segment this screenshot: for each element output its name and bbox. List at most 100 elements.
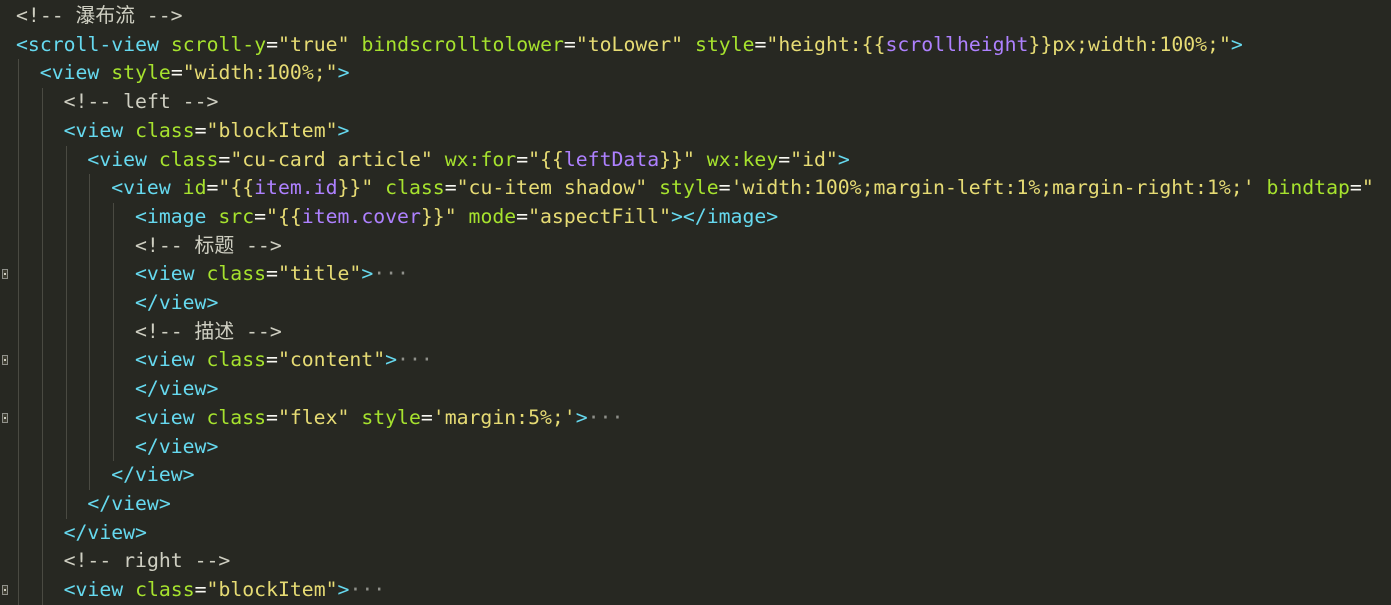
code-token: = — [516, 147, 529, 171]
code-token: </view> — [63, 520, 147, 544]
code-token: <view — [63, 118, 124, 142]
code-text: </view> — [64, 519, 147, 548]
code-line[interactable]: </view> — [0, 433, 1391, 462]
code-token: "{{ — [528, 147, 564, 171]
code-token: > — [1230, 32, 1243, 56]
code-token: </view> — [135, 291, 219, 314]
code-token: = — [778, 147, 791, 171]
code-line[interactable]: <view class="cu-card article" wx:for="{{… — [0, 146, 1391, 175]
code-token: "id" — [790, 147, 838, 171]
code-token: = — [718, 176, 731, 200]
code-token: "true" — [278, 32, 350, 56]
code-text: </view> — [135, 289, 218, 318]
code-token: = — [516, 204, 529, 228]
code-token: "blockItem" — [206, 118, 338, 142]
code-line[interactable]: </view> — [0, 519, 1391, 548]
code-token: "{{ — [266, 204, 302, 228]
code-token: "aspectFill" — [528, 204, 672, 228]
code-token: <image — [135, 204, 207, 228]
code-text: <!-- 标题 --> — [135, 232, 282, 261]
code-token: style — [111, 61, 171, 85]
code-text: </view> — [87, 490, 170, 519]
code-line[interactable]: <view class="blockItem">··· — [0, 576, 1391, 605]
code-token: > — [337, 61, 350, 85]
code-line[interactable]: <view class="flex" style='margin:5%;'>··… — [0, 404, 1391, 433]
code-text: <view style="width:100%;"> — [40, 59, 350, 88]
code-text: <view class="cu-card article" wx:for="{{… — [87, 146, 849, 175]
code-line[interactable]: <!-- 瀑布流 --> — [0, 2, 1391, 31]
code-line[interactable]: <image src="{{item.cover}}" mode="aspect… — [0, 203, 1391, 232]
code-editor[interactable]: <!-- 瀑布流 --> <scroll-view scroll-y="true"… — [0, 0, 1391, 605]
code-token: src — [218, 204, 255, 228]
fold-expand-icon[interactable] — [2, 355, 8, 366]
code-text: <view id="{{item.id}}" class="cu-item sh… — [111, 174, 1374, 203]
code-line[interactable]: <!-- left --> — [0, 88, 1391, 117]
code-text: </view> — [135, 375, 218, 404]
code-line[interactable]: </view> — [0, 289, 1391, 318]
code-line[interactable]: <view class="content">··· — [0, 346, 1391, 375]
code-text: <!-- 瀑布流 --> — [16, 2, 183, 31]
code-token: </view> — [111, 463, 195, 487]
code-token: </view> — [87, 491, 171, 515]
code-token: class — [206, 348, 267, 372]
code-token: bindscrolltolower — [361, 32, 564, 56]
code-text: </view> — [111, 461, 194, 490]
fold-expand-icon[interactable] — [2, 585, 8, 595]
code-token: }}px;width:100%;" — [1028, 32, 1231, 56]
code-token: = — [266, 405, 278, 429]
code-token: class — [135, 578, 195, 601]
code-token: <view — [135, 405, 195, 429]
code-line[interactable]: </view> — [0, 461, 1391, 490]
code-token: scroll-y — [170, 32, 267, 56]
code-line[interactable]: <view style="width:100%;"> — [0, 59, 1391, 88]
folded-region-ellipsis[interactable]: ··· — [588, 406, 624, 429]
code-token: wx:key — [706, 147, 779, 171]
code-line[interactable]: <!-- 标题 --> — [0, 232, 1391, 261]
code-line[interactable]: <view class="blockItem"> — [0, 117, 1391, 146]
code-text: <view class="title">··· — [135, 260, 409, 289]
code-line[interactable]: <view class="title">··· — [0, 260, 1391, 289]
code-token: = — [266, 348, 278, 372]
code-token: = — [194, 118, 207, 142]
fold-expand-icon[interactable] — [2, 412, 8, 423]
code-token: <view — [111, 176, 171, 200]
code-token: = — [206, 176, 219, 200]
code-token: }}" — [420, 204, 457, 228]
code-token: = — [420, 405, 433, 429]
code-token: > — [837, 147, 850, 171]
code-line[interactable]: </view> — [0, 375, 1391, 404]
code-line[interactable]: </view> — [0, 490, 1391, 519]
folded-region-ellipsis[interactable]: ··· — [349, 578, 385, 601]
code-token: > — [385, 348, 398, 372]
code-token: = — [170, 61, 183, 85]
code-token: item.cover — [301, 204, 421, 228]
code-line[interactable]: <!-- right --> — [0, 547, 1391, 576]
code-line[interactable]: <!-- 描述 --> — [0, 318, 1391, 347]
code-token: </view> — [135, 377, 219, 401]
code-line[interactable]: <view id="{{item.id}}" class="cu-item sh… — [0, 174, 1391, 203]
code-token: "toLower" — [575, 32, 684, 56]
code-token: class — [206, 405, 267, 429]
code-token: = — [194, 578, 207, 601]
fold-expand-icon[interactable] — [2, 269, 8, 280]
code-token: "cu-item shadow" — [456, 176, 648, 200]
code-line[interactable]: <scroll-view scroll-y="true" bindscrollt… — [0, 31, 1391, 60]
code-token: <view — [135, 262, 195, 286]
code-text: <view class="blockItem">··· — [64, 576, 386, 605]
folded-region-ellipsis[interactable]: ··· — [397, 348, 433, 371]
code-token: = — [754, 32, 767, 56]
folded-region-ellipsis[interactable]: ··· — [373, 262, 409, 285]
code-token: = — [266, 262, 278, 286]
code-text: <scroll-view scroll-y="true" bindscrollt… — [16, 31, 1243, 60]
code-token: <!-- right --> — [63, 549, 231, 573]
